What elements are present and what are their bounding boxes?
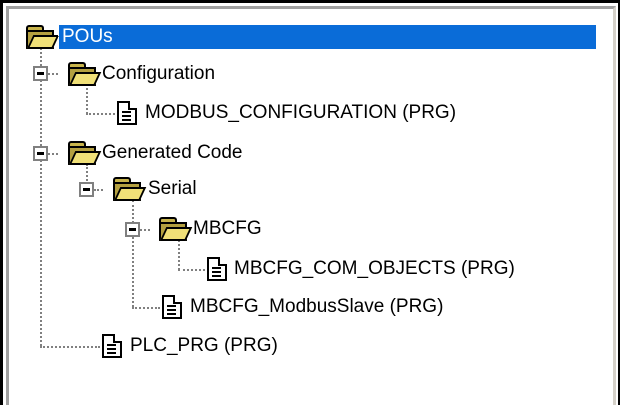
- folder-open-icon: [113, 177, 147, 201]
- tree-line: [178, 269, 205, 271]
- tree-line: [132, 307, 160, 309]
- folder-open-icon: [68, 62, 102, 86]
- tree-node-mbcfg-modbus-slave[interactable]: MBCFG_ModbusSlave (PRG): [187, 295, 446, 319]
- collapse-toggle-icon[interactable]: [33, 146, 48, 161]
- tree-line: [48, 153, 58, 155]
- tree-line: [132, 200, 134, 307]
- document-icon: [162, 295, 182, 319]
- tree-node-pous[interactable]: POUs: [58, 24, 597, 50]
- tree-line: [40, 40, 42, 346]
- tree-line: [140, 229, 150, 231]
- tree-node-configuration[interactable]: Configuration: [99, 62, 218, 86]
- tree-line: [86, 84, 88, 114]
- tree-node-serial[interactable]: Serial: [145, 177, 200, 201]
- document-icon: [207, 257, 227, 281]
- document-icon: [102, 334, 122, 358]
- tree-line: [86, 113, 115, 115]
- collapse-toggle-icon[interactable]: [79, 182, 94, 197]
- collapse-toggle-icon[interactable]: [33, 66, 48, 81]
- document-icon: [117, 101, 137, 125]
- tree-line: [178, 240, 180, 270]
- tree-node-mbcfg[interactable]: MBCFG: [190, 217, 265, 241]
- tree-line: [48, 73, 58, 75]
- folder-open-icon: [159, 217, 193, 241]
- folder-open-icon: [68, 141, 102, 165]
- tree-node-generated-code[interactable]: Generated Code: [99, 141, 246, 165]
- folder-open-icon: [26, 25, 60, 49]
- tree-node-mbcfg-com-objects[interactable]: MBCFG_COM_OBJECTS (PRG): [231, 257, 518, 281]
- tree-node-modbus-configuration[interactable]: MODBUS_CONFIGURATION (PRG): [142, 101, 459, 125]
- collapse-toggle-icon[interactable]: [125, 222, 140, 237]
- tree-line: [94, 189, 103, 191]
- tree-line: [40, 346, 100, 348]
- tree-node-plc-prg[interactable]: PLC_PRG (PRG): [127, 334, 281, 358]
- pou-tree[interactable]: POUs Configuration MODBUS_CONFIGURATION …: [0, 0, 620, 405]
